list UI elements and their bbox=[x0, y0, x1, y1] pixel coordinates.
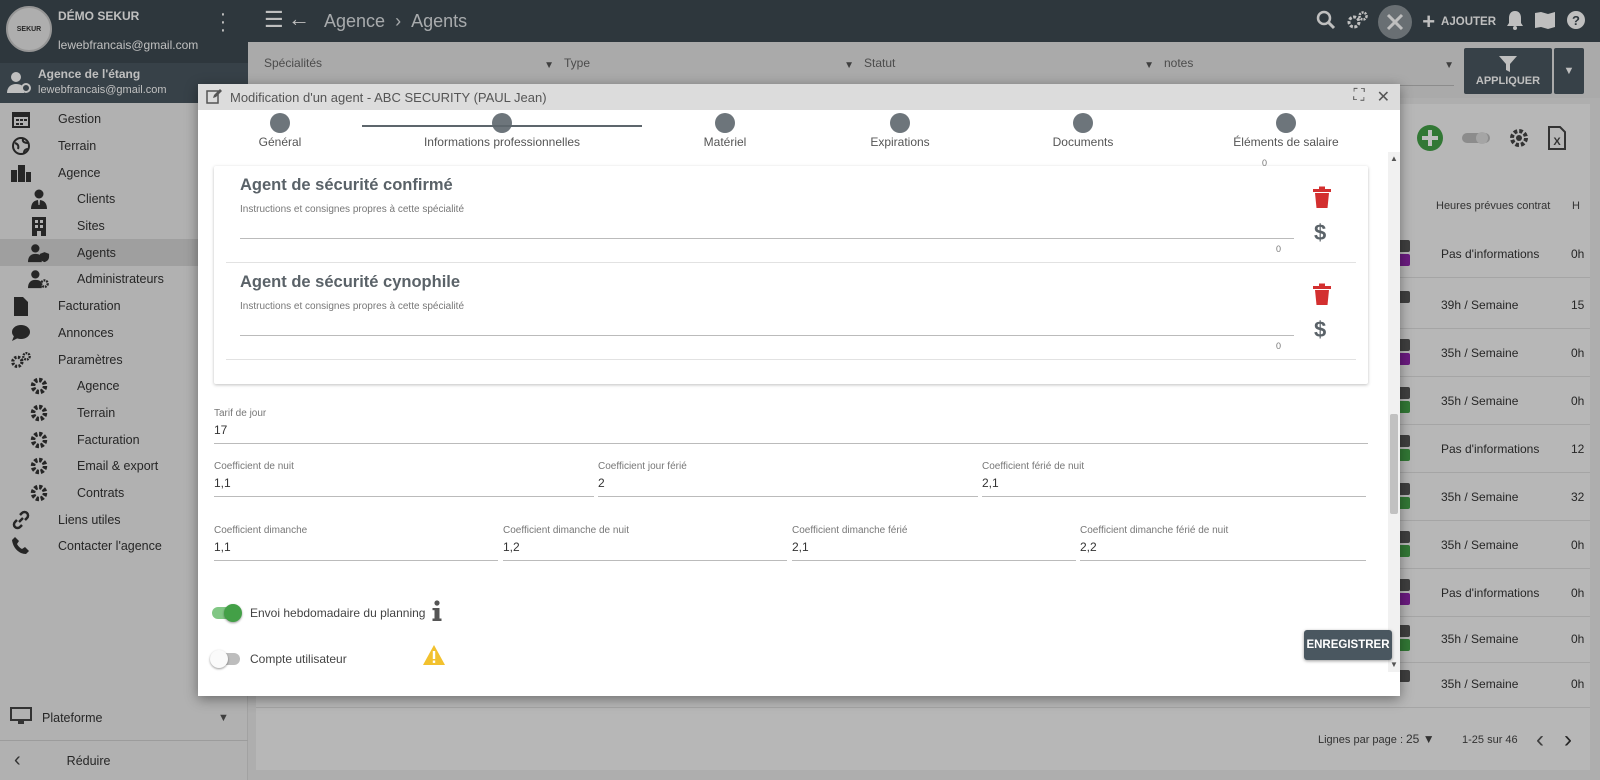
tab-label: Matériel bbox=[703, 135, 747, 149]
fullscreen-icon[interactable]: ⛶ bbox=[1353, 87, 1364, 107]
step-dot bbox=[1073, 113, 1093, 133]
tab-documents[interactable]: Documents bbox=[1003, 110, 1163, 149]
coef-nuit-label: Coefficient de nuit bbox=[214, 461, 294, 472]
coef-dimanche-ferie-nuit-value: 2,2 bbox=[1080, 540, 1097, 554]
tab-label: Expirations bbox=[870, 135, 930, 149]
tab-label: Documents bbox=[1052, 135, 1114, 149]
coef-ferie-nuit-value: 2,1 bbox=[982, 476, 999, 490]
tarif-jour-label: Tarif de jour bbox=[214, 408, 267, 419]
specialty-instructions-label: Instructions et consignes propres à cett… bbox=[240, 301, 465, 312]
tab-g-n-ral[interactable]: Général bbox=[200, 110, 360, 149]
coef-ferie-field[interactable]: Coefficient jour férié 2 bbox=[598, 461, 978, 497]
modal-scrollbar[interactable]: ▲ ▼ bbox=[1388, 152, 1400, 672]
coef-dimanche-ferie-nuit-label: Coefficient dimanche férié de nuit bbox=[1080, 525, 1229, 536]
planning-toggle[interactable] bbox=[212, 604, 242, 622]
account-toggle-knob bbox=[210, 650, 228, 668]
trash-icon[interactable] bbox=[1312, 283, 1332, 310]
coef-ferie-value: 2 bbox=[598, 476, 605, 490]
specialty-instructions-input[interactable] bbox=[240, 238, 1294, 239]
specialties-card: Agent de sécurité confirmé Instructions e… bbox=[214, 166, 1368, 384]
tab--l-ments-de-salaire[interactable]: Éléments de salaire bbox=[1206, 110, 1366, 149]
tab-label: Informations professionnelles bbox=[423, 135, 581, 149]
specialty-item: Agent de sécurité cynophile Instructions … bbox=[226, 263, 1356, 360]
step-dot bbox=[715, 113, 735, 133]
specialty-item: Agent de sécurité confirmé Instructions e… bbox=[226, 166, 1356, 263]
tab-mat-riel[interactable]: Matériel bbox=[645, 110, 805, 149]
tab-label: Éléments de salaire bbox=[1233, 135, 1339, 149]
step-dot bbox=[1276, 113, 1296, 133]
char-counter: 0 bbox=[1276, 341, 1282, 351]
modal-tabs: Général Informations professionnelles Maté… bbox=[198, 110, 1400, 152]
specialty-name: Agent de sécurité confirmé bbox=[240, 176, 453, 194]
coef-ferie-nuit-field[interactable]: Coefficient férié de nuit 2,1 bbox=[982, 461, 1366, 497]
dollar-icon[interactable]: $ bbox=[1314, 220, 1326, 246]
coef-dimanche-label: Coefficient dimanche bbox=[214, 525, 308, 536]
step-dot bbox=[270, 113, 290, 133]
coef-ferie-nuit-label: Coefficient férié de nuit bbox=[982, 461, 1085, 472]
modal-title: Modification d'un agent - ABC SECURITY (… bbox=[230, 89, 547, 105]
coef-dimanche-nuit-label: Coefficient dimanche de nuit bbox=[503, 525, 630, 536]
tab-label: Général bbox=[258, 135, 302, 149]
tarif-jour-field[interactable]: Tarif de jour 17 bbox=[214, 408, 1368, 444]
specialty-name: Agent de sécurité cynophile bbox=[240, 273, 461, 291]
warning-icon[interactable] bbox=[422, 644, 446, 671]
scroll-down-icon[interactable]: ▼ bbox=[1390, 660, 1398, 669]
coef-dimanche-nuit-field[interactable]: Coefficient dimanche de nuit 1,2 bbox=[503, 525, 787, 561]
coef-dimanche-ferie-field[interactable]: Coefficient dimanche férié 2,1 bbox=[792, 525, 1076, 561]
close-icon[interactable]: ✕ bbox=[1377, 87, 1390, 107]
modal-header: Modification d'un agent - ABC SECURITY (… bbox=[198, 84, 1400, 110]
planning-toggle-knob bbox=[224, 604, 242, 622]
coef-nuit-value: 1,1 bbox=[214, 476, 231, 490]
dollar-icon[interactable]: $ bbox=[1314, 317, 1326, 343]
coef-dimanche-ferie-nuit-field[interactable]: Coefficient dimanche férié de nuit 2,2 bbox=[1080, 525, 1366, 561]
coef-dimanche-field[interactable]: Coefficient dimanche 1,1 bbox=[214, 525, 498, 561]
step-dot bbox=[890, 113, 910, 133]
save-button[interactable]: ENREGISTRER bbox=[1304, 630, 1392, 660]
coef-dimanche-value: 1,1 bbox=[214, 540, 231, 554]
tarif-jour-value: 17 bbox=[214, 423, 228, 437]
tab-expirations[interactable]: Expirations bbox=[820, 110, 980, 149]
edit-icon bbox=[206, 88, 222, 107]
coef-ferie-label: Coefficient jour férié bbox=[598, 461, 687, 472]
coef-dimanche-ferie-value: 2,1 bbox=[792, 540, 809, 554]
coef-dimanche-nuit-value: 1,2 bbox=[503, 540, 520, 554]
char-counter: 0 bbox=[1276, 244, 1282, 254]
step-dot bbox=[492, 113, 512, 133]
active-tab-indicator bbox=[362, 125, 642, 127]
coef-dimanche-ferie-label: Coefficient dimanche férié bbox=[792, 525, 908, 536]
tab-informations-professionnelles[interactable]: Informations professionnelles bbox=[422, 110, 582, 149]
coef-nuit-field[interactable]: Coefficient de nuit 1,1 bbox=[214, 461, 594, 497]
edit-agent-modal: Modification d'un agent - ABC SECURITY (… bbox=[198, 84, 1400, 696]
scroll-up-icon[interactable]: ▲ bbox=[1390, 154, 1398, 163]
account-toggle-label: Compte utilisateur bbox=[250, 652, 347, 666]
trash-icon[interactable] bbox=[1312, 186, 1332, 213]
specialty-instructions-input[interactable] bbox=[240, 335, 1294, 336]
account-toggle[interactable] bbox=[210, 650, 240, 668]
scrollbar-thumb[interactable] bbox=[1390, 414, 1398, 514]
specialty-instructions-label: Instructions et consignes propres à cett… bbox=[240, 204, 465, 215]
info-icon[interactable] bbox=[432, 600, 442, 627]
planning-toggle-label: Envoi hebdomadaire du planning bbox=[250, 606, 426, 620]
modal-body: 0 Agent de sécurité confirmé Instructions… bbox=[198, 152, 1388, 672]
